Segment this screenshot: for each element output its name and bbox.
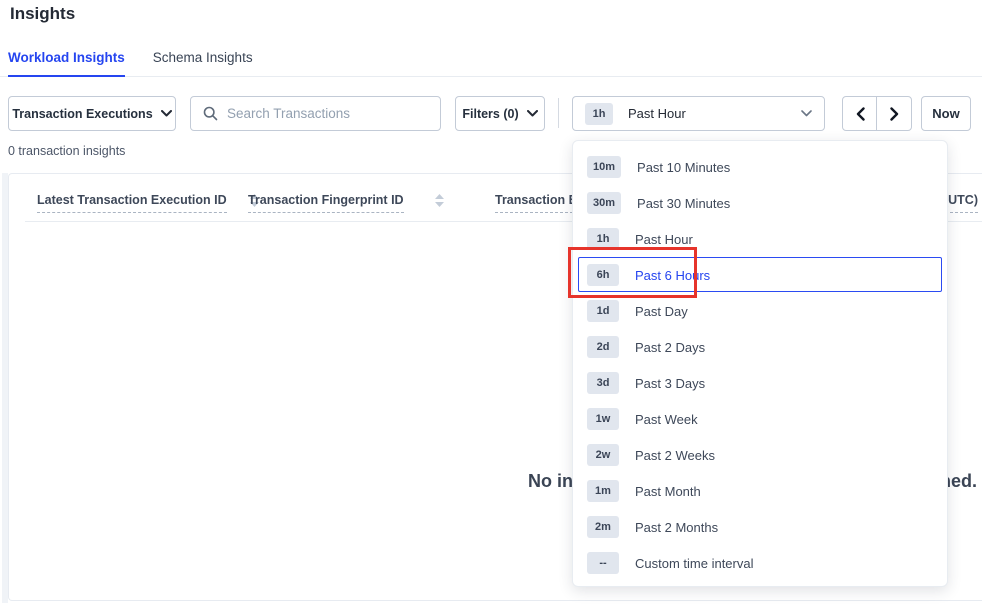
time-option-1d[interactable]: 1d Past Day (573, 293, 947, 329)
tab-schema-insights[interactable]: Schema Insights (153, 40, 253, 77)
tab-label: Workload Insights (8, 50, 125, 65)
column-header-label: Latest Transaction Execution ID (37, 193, 227, 213)
time-option-label: Past 6 Hours (635, 268, 710, 283)
tab-workload-insights[interactable]: Workload Insights (8, 40, 125, 77)
time-option-3d[interactable]: 3d Past 3 Days (573, 365, 947, 401)
filters-label: Filters (0) (462, 107, 518, 121)
table-column-header[interactable]: Latest Transaction Execution ID (37, 193, 259, 213)
time-option-2m[interactable]: 2m Past 2 Months (573, 509, 947, 545)
time-option-badge: 2d (587, 336, 619, 358)
time-interval-dropdown: 10m Past 10 Minutes 30m Past 30 Minutes 1h Pa… (572, 140, 948, 587)
time-option-badge: 1h (587, 228, 619, 250)
time-option-1h[interactable]: 1h Past Hour (573, 221, 947, 257)
empty-state-text-fragment: No in (528, 471, 573, 492)
time-option-badge: 2m (587, 516, 619, 538)
time-option-badge: -- (587, 552, 619, 574)
time-option-badge: 30m (587, 192, 621, 214)
insights-page: Insights Workload Insights Schema Insigh… (0, 0, 982, 605)
time-option-2w[interactable]: 2w Past 2 Weeks (573, 437, 947, 473)
time-option-label: Past 2 Weeks (635, 448, 715, 463)
time-option-1m[interactable]: 1m Past Month (573, 473, 947, 509)
time-option-2d[interactable]: 2d Past 2 Days (573, 329, 947, 365)
view-type-label: Transaction Executions (12, 107, 152, 121)
chevron-down-icon (801, 110, 812, 117)
time-option-badge: 1w (587, 408, 619, 430)
time-interval-select[interactable]: 1h Past Hour (572, 96, 825, 131)
time-option-label: Past 30 Minutes (637, 196, 730, 211)
view-type-select[interactable]: Transaction Executions (8, 96, 176, 131)
time-option-badge: 1d (587, 300, 619, 322)
time-option-label: Past 2 Months (635, 520, 718, 535)
search-transactions-box (190, 96, 441, 131)
time-option-label: Past 3 Days (635, 376, 705, 391)
time-option-label: Past Week (635, 412, 698, 427)
time-interval-label: Past Hour (628, 106, 686, 121)
time-option-label: Past Day (635, 304, 688, 319)
time-option-badge: 2w (587, 444, 619, 466)
time-interval-badge: 1h (585, 103, 613, 125)
time-option-10m[interactable]: 10m Past 10 Minutes (573, 149, 947, 185)
now-label: Now (932, 106, 959, 121)
chevron-left-icon (856, 107, 865, 121)
time-option-label: Custom time interval (635, 556, 753, 571)
page-title: Insights (10, 4, 75, 24)
time-option-label: Past Month (635, 484, 701, 499)
search-icon (203, 106, 218, 121)
time-option-6h[interactable]: 6h Past 6 Hours (573, 257, 947, 293)
filters-button[interactable]: Filters (0) (455, 96, 545, 131)
now-button[interactable]: Now (921, 96, 971, 131)
time-option-[interactable]: -- Custom time interval (573, 545, 947, 581)
chevron-right-icon (890, 107, 899, 121)
time-option-label: Past Hour (635, 232, 693, 247)
table-column-header[interactable]: Transaction Fingerprint ID (248, 193, 444, 213)
sort-icon (435, 194, 444, 207)
time-next-button[interactable] (876, 96, 912, 131)
search-input[interactable] (227, 106, 440, 121)
time-option-badge: 10m (587, 156, 621, 178)
chevron-down-icon (527, 110, 538, 117)
tab-label: Schema Insights (153, 50, 253, 65)
time-option-badge: 1m (587, 480, 619, 502)
column-header-label: Transaction Fingerprint ID (248, 193, 404, 213)
time-option-badge: 3d (587, 372, 619, 394)
tab-bar: Workload Insights Schema Insights (0, 40, 982, 77)
time-prev-button[interactable] (842, 96, 878, 131)
time-option-badge: 6h (587, 264, 619, 286)
time-option-label: Past 10 Minutes (637, 160, 730, 175)
time-option-30m[interactable]: 30m Past 30 Minutes (573, 185, 947, 221)
chevron-down-icon (161, 110, 172, 117)
insights-count: 0 transaction insights (8, 144, 125, 158)
time-option-1w[interactable]: 1w Past Week (573, 401, 947, 437)
toolbar-divider (558, 98, 559, 128)
time-option-label: Past 2 Days (635, 340, 705, 355)
